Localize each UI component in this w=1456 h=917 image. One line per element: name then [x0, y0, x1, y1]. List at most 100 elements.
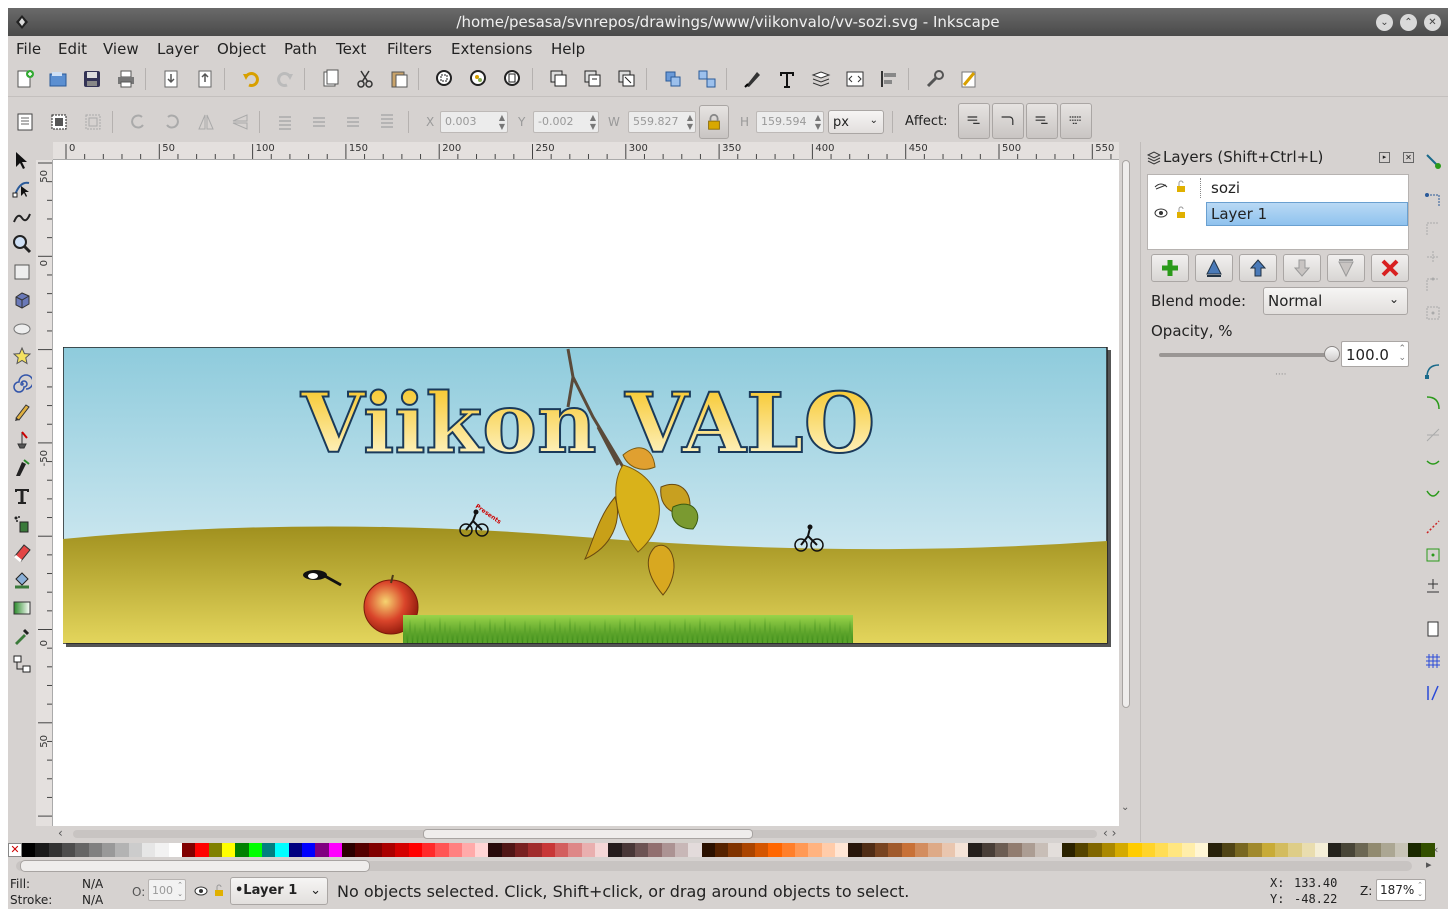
menu-text[interactable]: Text — [336, 40, 366, 58]
unlocked-icon[interactable] — [1176, 206, 1186, 219]
paste-icon[interactable] — [386, 66, 412, 92]
raise-icon[interactable] — [340, 109, 366, 135]
snap-intersections-icon[interactable] — [1422, 424, 1444, 446]
palette-swatch[interactable] — [715, 843, 729, 857]
zoom-drawing-icon[interactable] — [466, 66, 492, 92]
snap-bbox-center-icon[interactable] — [1422, 302, 1444, 324]
palette-swatch[interactable] — [1194, 843, 1209, 857]
palette-swatch[interactable] — [435, 843, 449, 857]
palette-swatch[interactable] — [61, 843, 76, 857]
raise-layer-button[interactable] — [1239, 254, 1277, 282]
unit-select[interactable]: px ⌄ — [828, 110, 884, 134]
palette-swatch[interactable] — [1221, 843, 1235, 857]
connector-tool-icon[interactable] — [10, 652, 34, 676]
paint-bucket-tool-icon[interactable] — [10, 568, 34, 592]
eye-open-icon[interactable] — [1154, 207, 1168, 219]
palette-swatch[interactable] — [781, 843, 796, 857]
palette-swatch[interactable] — [1101, 843, 1115, 857]
banner-artwork[interactable]: Viikon VALO Presents — [63, 347, 1111, 649]
palette-swatch[interactable] — [648, 843, 662, 857]
group-icon[interactable] — [660, 66, 686, 92]
no-paint-swatch[interactable]: ✕ — [8, 843, 22, 857]
palette-swatch[interactable] — [88, 843, 102, 857]
palette-swatch[interactable] — [1208, 843, 1222, 857]
palette-swatch[interactable] — [848, 843, 862, 857]
rectangle-tool-icon[interactable] — [10, 260, 34, 284]
palette-swatch[interactable] — [1088, 843, 1102, 857]
stroke-value[interactable]: N/A — [82, 893, 103, 907]
palette-swatch[interactable] — [1021, 843, 1035, 857]
layer-to-top-button[interactable] — [1195, 254, 1233, 282]
menu-filters[interactable]: Filters — [387, 40, 432, 58]
select-all-icon[interactable] — [12, 109, 38, 135]
palette-swatch[interactable] — [1008, 843, 1022, 857]
palette-swatch[interactable] — [408, 843, 422, 857]
palette-swatch[interactable] — [48, 843, 62, 857]
palette-swatch[interactable] — [1314, 843, 1329, 857]
opacity-field[interactable]: 100.0 ⌃ ⌄ — [1341, 341, 1409, 367]
lower-layer-button[interactable] — [1283, 254, 1321, 282]
dropper-tool-icon[interactable] — [10, 624, 34, 648]
palette-swatch[interactable] — [168, 843, 182, 857]
vertical-scroll-thumb[interactable] — [1122, 160, 1130, 708]
palette-swatch[interactable] — [728, 843, 742, 857]
menu-edit[interactable]: Edit — [58, 40, 87, 58]
palette-swatch[interactable] — [1168, 843, 1182, 857]
palette-swatch[interactable] — [1061, 843, 1075, 857]
palette-swatch[interactable] — [1328, 843, 1342, 857]
clone-icon[interactable] — [580, 66, 606, 92]
palette-swatch[interactable] — [355, 843, 369, 857]
palette-swatch[interactable] — [941, 843, 955, 857]
pencil-tool-icon[interactable] — [10, 400, 34, 424]
palette-menu-icon[interactable]: ‹ — [1434, 843, 1438, 856]
unlocked-icon[interactable] — [1176, 180, 1186, 193]
palette-swatch[interactable] — [368, 843, 382, 857]
layer-row-layer1[interactable]: Layer 1 — [1148, 202, 1408, 226]
palette-swatch[interactable] — [448, 843, 462, 857]
delete-layer-button[interactable] — [1371, 254, 1409, 282]
palette-swatch[interactable] — [835, 843, 849, 857]
palette-swatch[interactable] — [875, 843, 889, 857]
snap-bbox-icon[interactable] — [1422, 190, 1444, 212]
palette-swatch[interactable] — [475, 843, 489, 857]
ellipse-tool-icon[interactable] — [10, 316, 34, 340]
snap-enable-icon[interactable] — [1422, 150, 1444, 172]
palette-swatch[interactable] — [675, 843, 689, 857]
add-layer-button[interactable] — [1151, 254, 1189, 282]
undo-icon[interactable] — [238, 66, 264, 92]
affect-corners-button[interactable] — [992, 103, 1024, 139]
palette-swatch[interactable] — [608, 843, 622, 857]
palette-swatch[interactable] — [981, 843, 995, 857]
palette-swatch[interactable] — [1274, 843, 1289, 857]
horizontal-scrollbar[interactable]: ‹ ‹ › — [53, 826, 1133, 842]
vertical-scrollbar[interactable]: ⌄ — [1119, 142, 1133, 842]
affect-patterns-button[interactable] — [1060, 103, 1092, 139]
palette-swatch[interactable] — [1354, 843, 1369, 857]
palette-swatch[interactable] — [208, 843, 222, 857]
palette-swatch[interactable] — [914, 843, 929, 857]
layer-to-bottom-button[interactable] — [1327, 254, 1365, 282]
palette-swatch[interactable] — [795, 843, 809, 857]
horizontal-scroll-thumb[interactable] — [423, 829, 753, 839]
menu-object[interactable]: Object — [217, 40, 266, 58]
palette-swatch[interactable] — [888, 843, 902, 857]
palette-swatch[interactable] — [1408, 843, 1422, 857]
palette-swatch[interactable] — [1341, 843, 1355, 857]
zoom-page-icon[interactable] — [500, 66, 526, 92]
export-icon[interactable] — [192, 66, 218, 92]
palette-swatch[interactable] — [688, 843, 702, 857]
palette-swatch[interactable] — [221, 843, 236, 857]
palette-swatch[interactable] — [1234, 843, 1249, 857]
3d-box-tool-icon[interactable] — [10, 288, 34, 312]
snap-smooth-nodes-icon[interactable] — [1422, 484, 1444, 506]
maximize-button[interactable]: ⌃ — [1400, 14, 1417, 31]
color-palette[interactable] — [22, 843, 1435, 857]
palette-swatch[interactable] — [861, 843, 875, 857]
panel-collapse-icon[interactable]: ▸ — [1379, 152, 1390, 163]
lock-proportions-button[interactable] — [699, 105, 729, 139]
palette-swatch[interactable] — [1141, 843, 1155, 857]
palette-swatch[interactable] — [541, 843, 556, 857]
snap-grid-icon[interactable] — [1422, 650, 1444, 672]
palette-scroll-thumb[interactable] — [20, 860, 370, 872]
pen-tool-icon[interactable] — [10, 428, 34, 452]
